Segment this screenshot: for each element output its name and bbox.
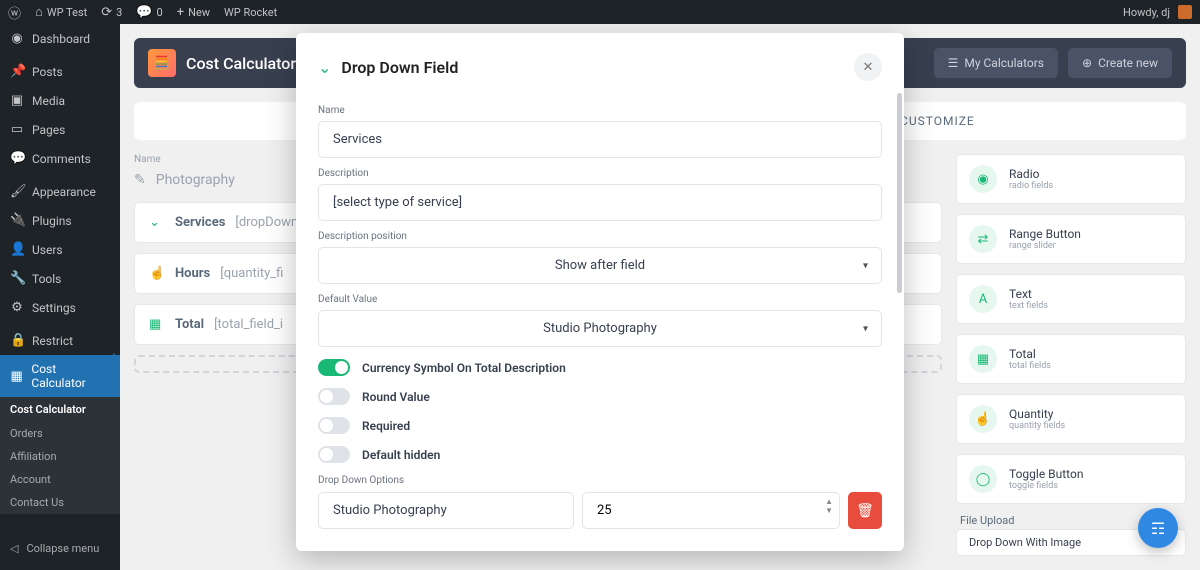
dropdown-field-modal: ⌄ Drop Down Field ✕ Name Description Des… bbox=[296, 33, 904, 551]
options-label: Drop Down Options bbox=[318, 475, 882, 486]
trash-icon: 🗑 bbox=[856, 503, 874, 519]
close-button[interactable]: ✕ bbox=[854, 53, 882, 81]
required-toggle-label: Required bbox=[362, 419, 410, 433]
default-value-select[interactable]: Studio Photography bbox=[318, 310, 882, 347]
option-value-input[interactable]: 25▲▼ bbox=[582, 492, 840, 529]
close-icon: ✕ bbox=[863, 60, 874, 75]
round-toggle[interactable] bbox=[318, 388, 350, 405]
currency-toggle-label: Currency Symbol On Total Description bbox=[362, 361, 566, 375]
hidden-toggle[interactable] bbox=[318, 446, 350, 463]
modal-title: Drop Down Field bbox=[341, 58, 458, 77]
scrollbar[interactable] bbox=[897, 93, 902, 293]
description-position-label: Description position bbox=[318, 231, 882, 242]
round-toggle-label: Round Value bbox=[362, 390, 430, 404]
number-spinner[interactable]: ▲▼ bbox=[825, 497, 833, 515]
hidden-toggle-label: Default hidden bbox=[362, 448, 440, 462]
currency-toggle[interactable] bbox=[318, 359, 350, 376]
required-toggle[interactable] bbox=[318, 417, 350, 434]
default-value-label: Default Value bbox=[318, 294, 882, 305]
delete-option-button[interactable]: 🗑 bbox=[848, 492, 882, 529]
description-position-select[interactable]: Show after field bbox=[318, 247, 882, 284]
description-label: Description bbox=[318, 168, 882, 179]
name-label: Name bbox=[318, 105, 882, 116]
option-name-input[interactable] bbox=[318, 492, 574, 529]
chevron-down-icon: ⌄ bbox=[318, 58, 331, 77]
description-input[interactable] bbox=[318, 184, 882, 221]
name-input[interactable] bbox=[318, 121, 882, 158]
